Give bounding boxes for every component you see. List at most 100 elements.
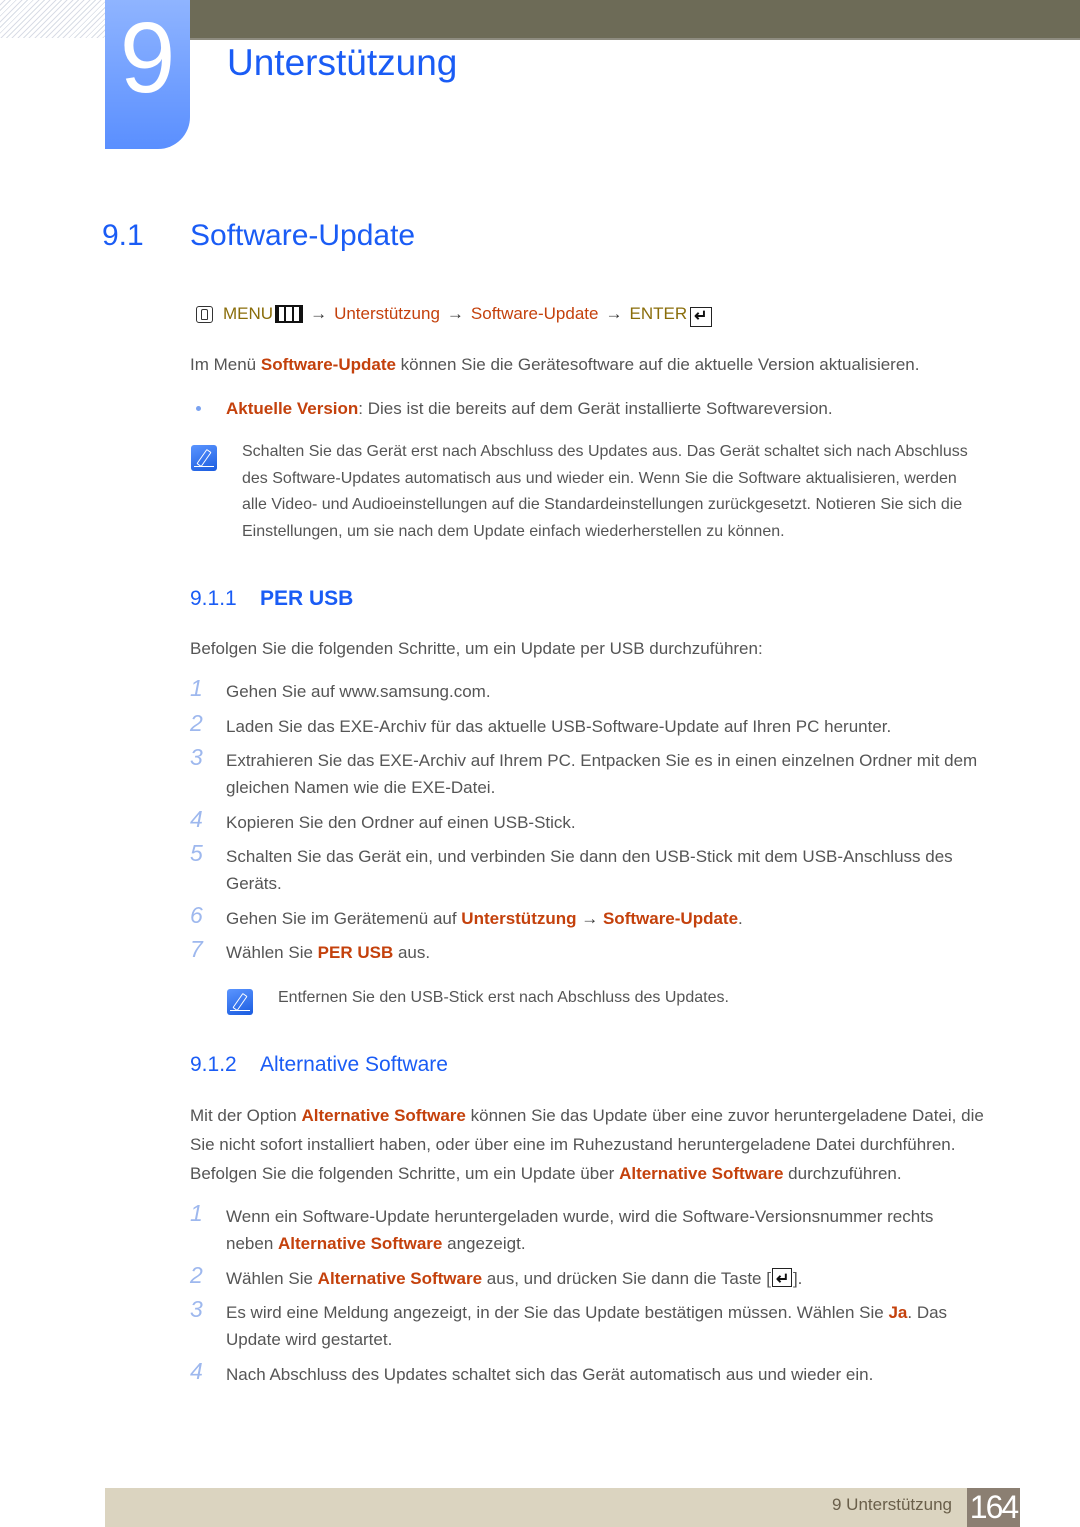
- intro-paragraph: Im Menü Software-Update können Sie die G…: [190, 350, 919, 379]
- step-number: 1: [190, 675, 203, 701]
- step-number: 1: [190, 1200, 203, 1226]
- usb-note: Entfernen Sie den USB-Stick erst nach Ab…: [278, 989, 729, 1006]
- section-number: 9.1: [102, 219, 144, 252]
- alt-intro-line: Befolgen Sie die folgenden Schritte, um …: [190, 1159, 1020, 1188]
- step-text: Wählen Sie Alternative Software aus, und…: [226, 1265, 1010, 1293]
- step-text: gleichen Namen wie die EXE-Datei.: [226, 778, 496, 797]
- note-block: Schalten Sie das Gerät erst nach Abschlu…: [242, 439, 1022, 545]
- subsection-title: PER USB: [260, 587, 354, 610]
- note-icon: [191, 445, 217, 471]
- step-text-part: aus, und drücken Sie dann die Taste [: [482, 1269, 771, 1288]
- chapter-title: Unterstützung: [227, 42, 458, 83]
- arrow-icon: →: [310, 304, 328, 323]
- step-highlight: Alternative Software: [278, 1234, 443, 1253]
- list-item: 4 Kopieren Sie den Ordner auf einen USB-…: [190, 806, 1010, 836]
- intro-text: Im Menü: [190, 355, 261, 374]
- alt-intro-line: Sie nicht sofort installiert haben, oder…: [190, 1135, 956, 1154]
- subsection-heading: 9.1.2 Alternative Software: [190, 1051, 448, 1079]
- intro-highlight: Software-Update: [260, 355, 396, 374]
- step-text-part: Wählen Sie: [226, 943, 318, 962]
- page-number: 164: [967, 1488, 1020, 1527]
- bullet-icon: [196, 406, 201, 411]
- step-text: Nach Abschluss des Updates schaltet sich…: [226, 1365, 874, 1384]
- step-text: Update wird gestartet.: [226, 1330, 393, 1349]
- note-icon: [227, 989, 253, 1015]
- step-text: Gehen Sie auf www.samsung.com.: [226, 682, 491, 701]
- subsection-heading: 9.1.1 PER USB: [190, 585, 353, 613]
- alt-intro: Mit der Option Alternative Software könn…: [190, 1101, 1020, 1188]
- footer-chapter-label: 9 Unterstützung: [831, 1495, 952, 1514]
- subsection-number: 9.1.1: [190, 587, 237, 610]
- list-item: 6 Gehen Sie im Gerätemenü auf Unterstütz…: [190, 902, 1010, 932]
- enter-label: ENTER: [629, 304, 688, 323]
- decorative-hatch: [0, 0, 105, 38]
- menu-step-software-update: Software-Update: [470, 304, 599, 323]
- note-line: Schalten Sie das Gerät erst nach Abschlu…: [242, 443, 968, 460]
- bullet-highlight: Aktuelle Version: [226, 399, 359, 418]
- step-number: 5: [190, 840, 203, 866]
- list-item: 5 Schalten Sie das Gerät ein, und verbin…: [190, 840, 1010, 897]
- step-text-part: .: [738, 909, 743, 928]
- text-part: Mit der Option: [190, 1106, 302, 1125]
- header-bar: [190, 0, 1080, 40]
- menu-label: MENU: [223, 304, 274, 323]
- step-text-part: Es wird eine Meldung angezeigt, in der S…: [226, 1303, 889, 1322]
- step-text-part: angezeigt.: [442, 1234, 526, 1253]
- step-text: Extrahieren Sie das EXE-Archiv auf Ihrem…: [226, 751, 978, 770]
- step-number: 2: [190, 710, 203, 736]
- menu-step-support: Unterstützung: [334, 304, 440, 323]
- step-text-part: aus.: [393, 943, 431, 962]
- step-text-part: Wählen Sie: [226, 1269, 318, 1288]
- arrow-icon: →: [446, 304, 464, 323]
- text-part: können Sie das Update über eine zuvor he…: [465, 1106, 984, 1125]
- step-text-part: . Das: [907, 1303, 948, 1322]
- step-number: 7: [190, 936, 203, 962]
- intro-text: können Sie die Gerätesoftware auf die ak…: [395, 355, 920, 374]
- step-text-part: Gehen Sie im Gerätemenü auf: [226, 909, 462, 928]
- text-part: durchzuführen.: [783, 1164, 902, 1183]
- alt-highlight: Alternative Software: [619, 1164, 784, 1183]
- list-item: 1 Gehen Sie auf www.samsung.com.: [190, 675, 1010, 705]
- alt-highlight: Alternative Software: [301, 1106, 466, 1125]
- section-heading: 9.1 Software-Update: [102, 216, 415, 256]
- list-item: 7 Wählen Sie PER USB aus.: [190, 936, 1010, 966]
- bullet-item: Aktuelle Version: Dies ist die bereits a…: [226, 394, 833, 423]
- section-title: Software-Update: [190, 219, 416, 252]
- step-number: 6: [190, 902, 203, 928]
- note-line: des Software-Updates automatisch aus und…: [242, 469, 957, 487]
- list-item: 3 Es wird eine Meldung angezeigt, in der…: [190, 1296, 1010, 1353]
- list-item: 4 Nach Abschluss des Updates schaltet si…: [190, 1358, 1010, 1388]
- step-number: 4: [190, 806, 203, 832]
- step-text: Schalten Sie das Gerät ein, und verbinde…: [226, 847, 953, 866]
- step-number: 2: [190, 1262, 203, 1288]
- menu-button-icon: [275, 305, 304, 323]
- step-text: Wählen Sie PER USB aus.: [226, 939, 1010, 966]
- text-part: Befolgen Sie die folgenden Schritte, um …: [190, 1164, 620, 1183]
- step-text-part: neben: [226, 1234, 278, 1253]
- arrow-icon: →: [576, 909, 603, 928]
- note-line: alle Video- und Audioeinstellungen auf d…: [242, 496, 963, 513]
- arrow-icon: →: [605, 304, 623, 323]
- chapter-badge: 9: [105, 0, 190, 149]
- step-text: Wenn ein Software-Update heruntergeladen…: [226, 1207, 934, 1226]
- subsection-title: Alternative Software: [260, 1053, 448, 1076]
- step-highlight: PER USB: [317, 943, 394, 962]
- step-text: Gehen Sie im Gerätemenü auf Unterstützun…: [226, 905, 1010, 932]
- page-footer: 9 Unterstützung 164: [105, 1488, 1020, 1527]
- step-text: neben Alternative Software angezeigt.: [226, 1230, 1010, 1257]
- step-text: Es wird eine Meldung angezeigt, in der S…: [226, 1299, 1010, 1326]
- usb-intro: Befolgen Sie die folgenden Schritte, um …: [190, 639, 763, 658]
- list-item: 2 Wählen Sie Alternative Software aus, u…: [190, 1262, 1010, 1293]
- step-text: Kopieren Sie den Ordner auf einen USB-St…: [226, 813, 576, 832]
- step-highlight: Unterstützung: [461, 909, 577, 928]
- step-text: Laden Sie das EXE-Archiv für das aktuell…: [226, 717, 892, 736]
- list-item: 2 Laden Sie das EXE-Archiv für das aktue…: [190, 710, 1010, 740]
- subsection-number: 9.1.2: [190, 1053, 237, 1076]
- enter-key-icon: [771, 1266, 792, 1293]
- list-item: 3 Extrahieren Sie das EXE-Archiv auf Ihr…: [190, 744, 1010, 801]
- menu-path: MENU → Unterstützung → Software-Update →…: [196, 302, 713, 329]
- step-highlight: Ja: [888, 1303, 908, 1322]
- step-text: Geräts.: [226, 874, 282, 893]
- alt-intro-line: Mit der Option Alternative Software könn…: [190, 1101, 1020, 1130]
- list-item: 1 Wenn ein Software-Update heruntergelad…: [190, 1200, 1010, 1257]
